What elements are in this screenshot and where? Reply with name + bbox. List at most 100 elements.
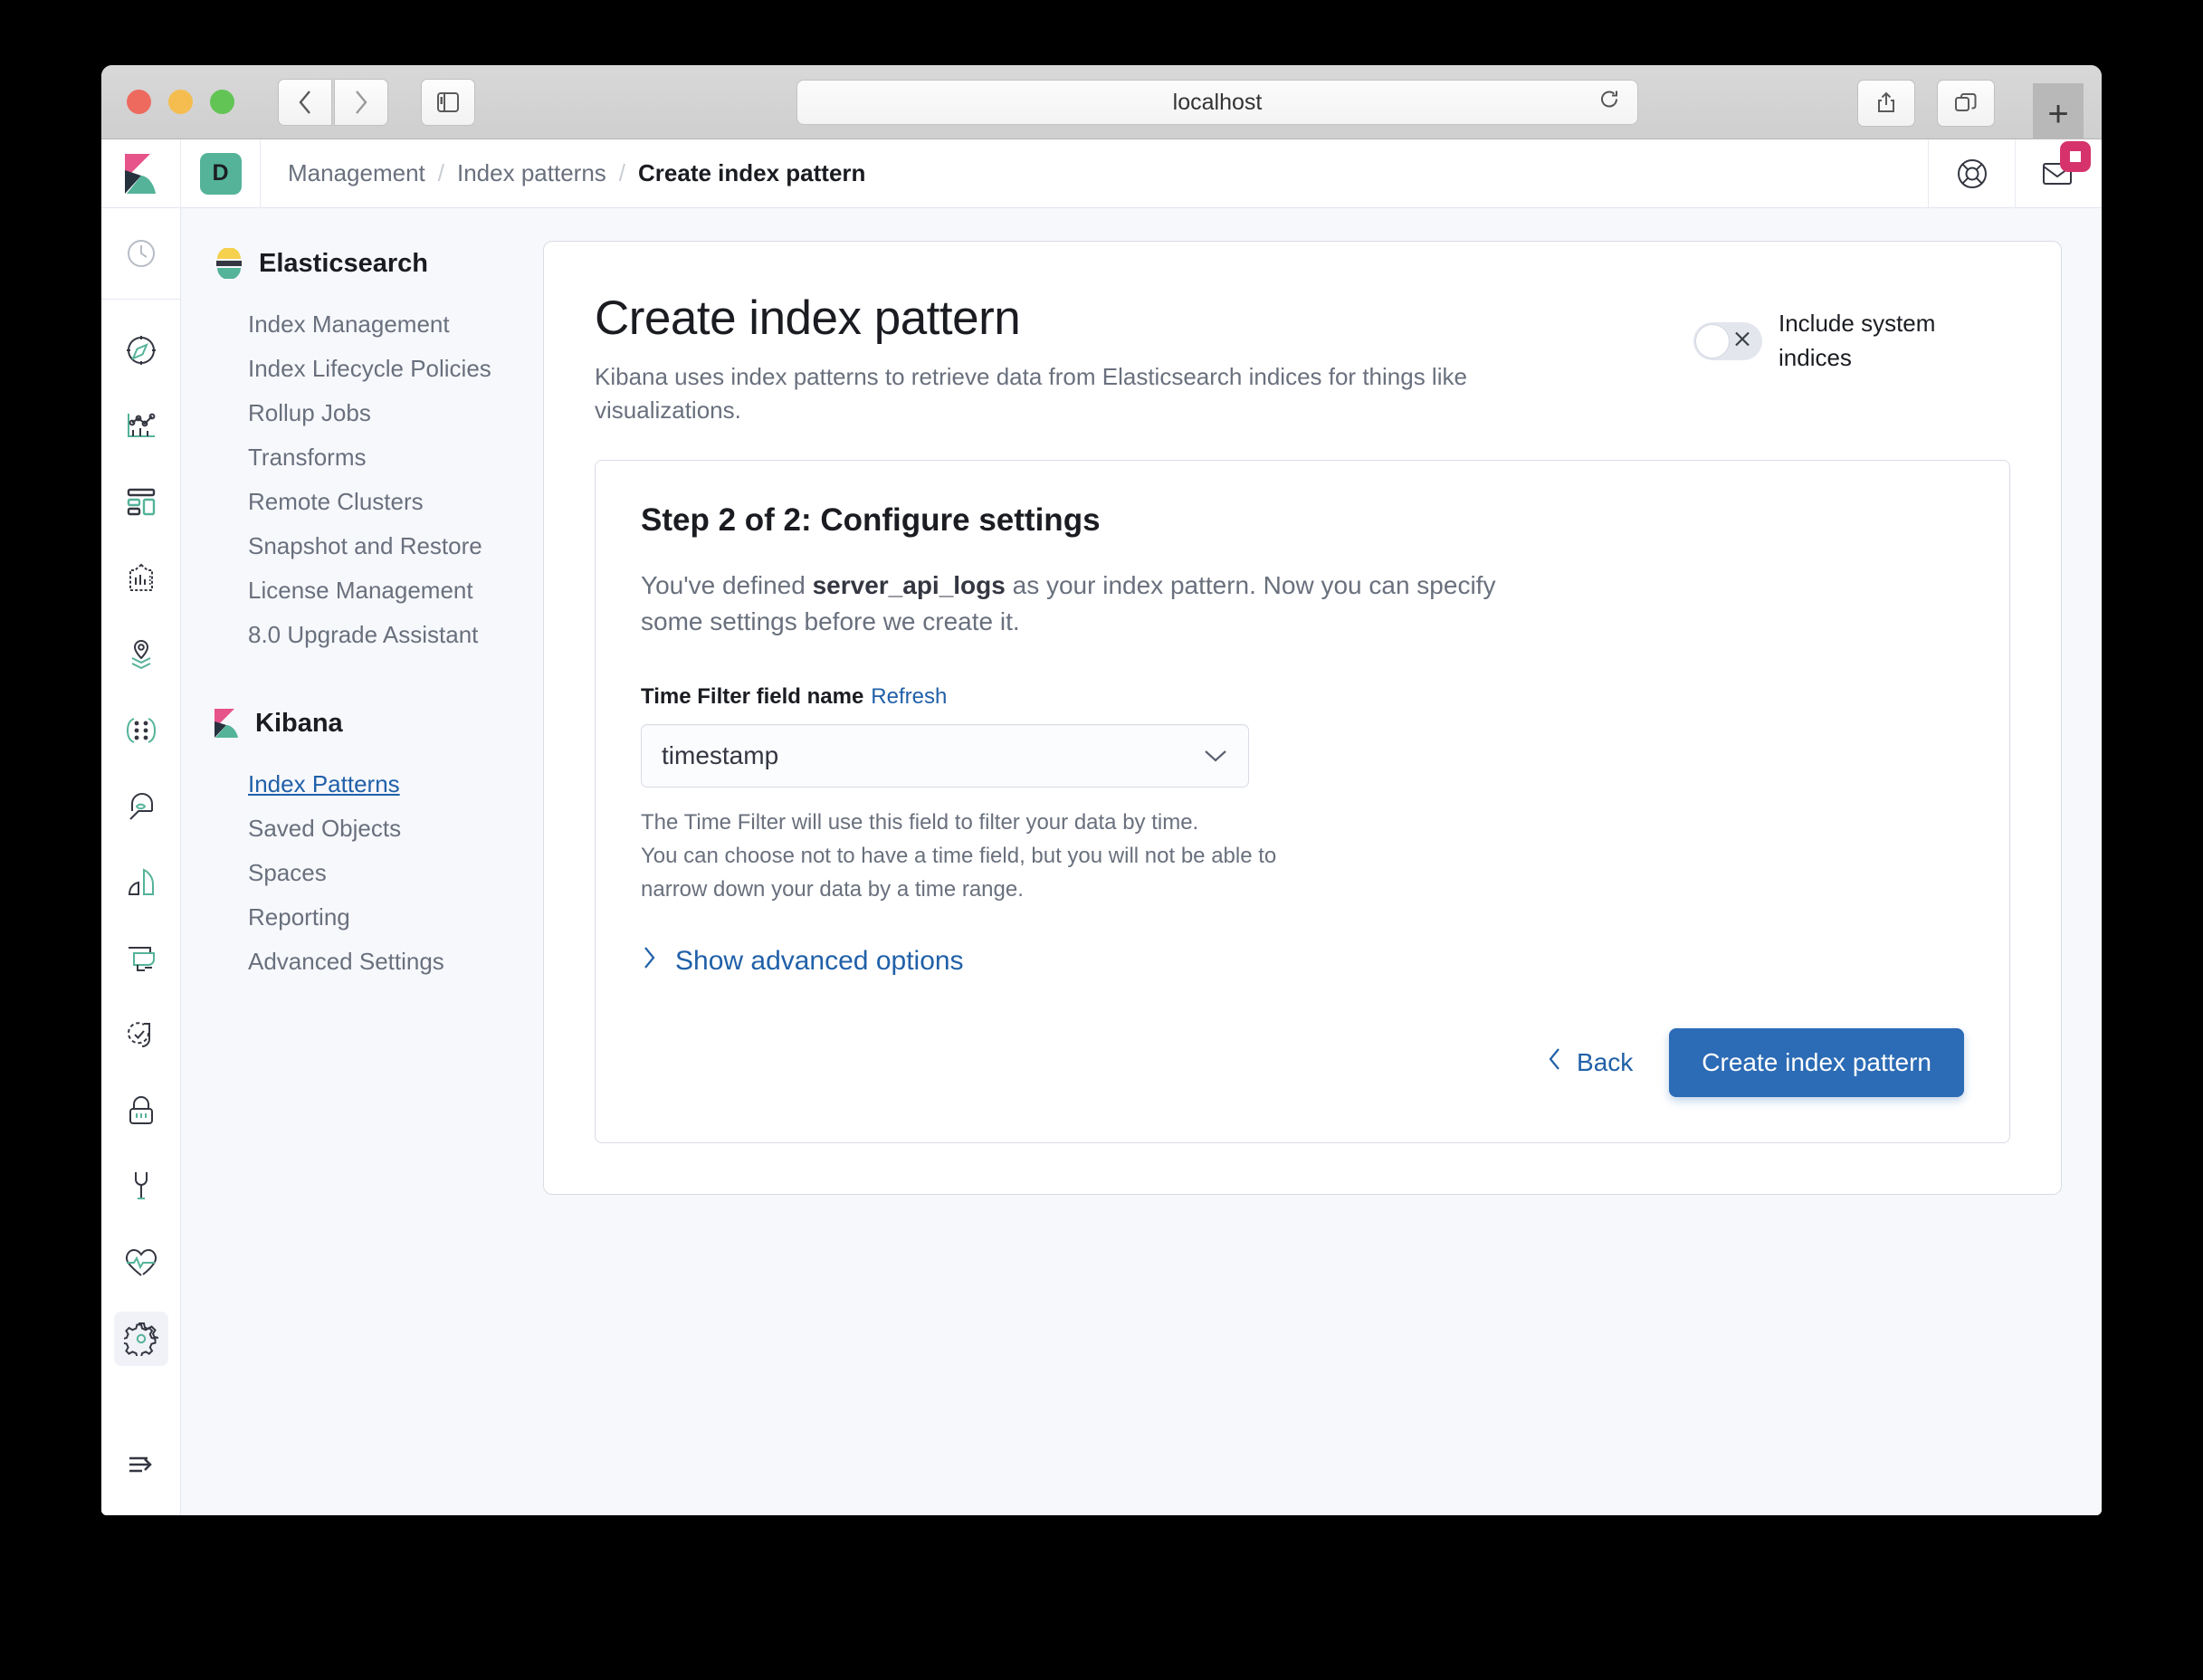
page-title: Create index pattern xyxy=(595,291,1021,345)
sidebar-item-dev-tools[interactable] xyxy=(114,1160,168,1214)
refresh-fields-link[interactable]: Refresh xyxy=(871,684,947,709)
sidebar-item-siem[interactable] xyxy=(114,1083,168,1138)
space-switcher-button[interactable]: D xyxy=(181,138,261,208)
address-bar[interactable]: localhost xyxy=(796,80,1638,125)
dashboard-icon xyxy=(127,488,155,516)
page-subtitle: Kibana uses index patterns to retrieve d… xyxy=(595,363,1467,424)
nav-link-index-management[interactable]: Index Management xyxy=(214,302,543,347)
breadcrumb-separator: / xyxy=(437,159,444,186)
sidebar-toggle-icon xyxy=(437,91,459,112)
space-initial: D xyxy=(212,160,229,186)
nav-link-spaces[interactable]: Spaces xyxy=(214,851,543,895)
index-pattern-name: server_api_logs xyxy=(812,570,1006,599)
chevron-left-icon xyxy=(1548,1047,1562,1077)
kibana-logo xyxy=(124,153,156,194)
kibana-body: Elasticsearch Index Management Index Lif… xyxy=(101,208,2102,1515)
newsfeed-button[interactable] xyxy=(2015,138,2102,208)
back-button[interactable]: Back xyxy=(1548,1047,1633,1077)
minimize-window-button[interactable] xyxy=(168,90,193,114)
time-filter-selected-value: timestamp xyxy=(662,741,779,769)
show-advanced-options-button[interactable]: Show advanced options xyxy=(641,945,1964,978)
include-system-indices-toggle[interactable] xyxy=(1693,321,1762,360)
nav-link-license-management[interactable]: License Management xyxy=(214,568,543,613)
share-icon xyxy=(1878,91,1894,112)
help-line-2: You can choose not to have a time field,… xyxy=(641,844,1277,869)
url-text: localhost xyxy=(1172,89,1263,115)
clock-icon xyxy=(127,240,155,267)
sidebar-item-visualize[interactable] xyxy=(114,399,168,453)
show-advanced-options-label: Show advanced options xyxy=(675,945,964,976)
uptime-check-icon xyxy=(127,1022,150,1047)
breadcrumb-management[interactable]: Management xyxy=(288,159,425,187)
configure-settings-card: Step 2 of 2: Configure settings You've d… xyxy=(595,459,2010,1143)
close-window-button[interactable] xyxy=(127,90,151,114)
panel-header-text: Create index pattern Kibana uses index p… xyxy=(595,291,1666,427)
share-button[interactable] xyxy=(1857,80,1915,127)
time-filter-field-select[interactable]: timestamp xyxy=(641,724,1249,788)
compass-icon xyxy=(126,336,156,365)
reload-button[interactable] xyxy=(1597,88,1621,118)
kibana-home-button[interactable] xyxy=(101,138,181,208)
sidebar-item-machine-learning[interactable] xyxy=(114,703,168,758)
nav-link-rollup-jobs[interactable]: Rollup Jobs xyxy=(214,391,543,435)
nav-link-index-patterns[interactable]: Index Patterns xyxy=(214,762,543,807)
tab-overview-button[interactable] xyxy=(1937,80,1995,127)
time-filter-label-text: Time Filter field name xyxy=(641,684,864,709)
notification-badge xyxy=(2060,140,2091,172)
sidebar-item-recently-viewed[interactable] xyxy=(114,226,168,281)
space-avatar: D xyxy=(199,152,242,195)
include-system-indices-control[interactable]: Include system indices xyxy=(1693,291,2010,375)
maximize-window-button[interactable] xyxy=(210,90,234,114)
back-button-label: Back xyxy=(1577,1047,1634,1076)
nav-link-index-lifecycle-policies[interactable]: Index Lifecycle Policies xyxy=(214,347,543,391)
chart-icon xyxy=(127,413,155,437)
step-title: Step 2 of 2: Configure settings xyxy=(641,501,1101,538)
nav-link-remote-clusters[interactable]: Remote Clusters xyxy=(214,480,543,524)
chevron-right-icon xyxy=(641,945,657,978)
machine-learning-icon xyxy=(126,718,156,743)
forward-button[interactable] xyxy=(334,78,388,126)
sidebar-item-dashboard[interactable] xyxy=(114,475,168,530)
help-button[interactable] xyxy=(1928,138,2015,208)
nav-group-label: Elasticsearch xyxy=(259,248,429,278)
nav-link-snapshot-and-restore[interactable]: Snapshot and Restore xyxy=(214,524,543,568)
nav-group-kibana: Kibana Index Patterns Saved Objects Spac… xyxy=(214,708,543,984)
nav-group-title-kibana: Kibana xyxy=(214,708,543,739)
nav-link-transforms[interactable]: Transforms xyxy=(214,435,543,480)
kibana-header: D Management / Index patterns / Create i… xyxy=(101,138,2102,208)
sidebar-item-logs[interactable] xyxy=(114,855,168,910)
nav-link-advanced-settings[interactable]: Advanced Settings xyxy=(214,940,543,984)
cross-icon xyxy=(1732,329,1752,353)
help-lifering-icon xyxy=(1957,158,1987,188)
create-index-pattern-button[interactable]: Create index pattern xyxy=(1669,1027,1964,1097)
browser-nav-buttons xyxy=(278,78,388,126)
sidebar-item-maps[interactable] xyxy=(114,627,168,682)
sidebar-item-uptime[interactable] xyxy=(114,1007,168,1062)
sidebar-item-infrastructure[interactable] xyxy=(114,779,168,834)
nav-link-saved-objects[interactable]: Saved Objects xyxy=(214,807,543,851)
nav-link-reporting[interactable]: Reporting xyxy=(214,895,543,940)
toggle-label-line2: indices xyxy=(1779,343,1852,371)
back-button[interactable] xyxy=(278,78,332,126)
step-desc-before: You've defined xyxy=(641,570,813,599)
breadcrumb-index-patterns[interactable]: Index patterns xyxy=(457,159,606,187)
sidebar-item-apm[interactable] xyxy=(114,931,168,986)
new-tab-label: + xyxy=(2047,94,2069,134)
sidebar-item-discover[interactable] xyxy=(114,323,168,377)
toggle-knob xyxy=(1695,323,1730,358)
sidebar-item-canvas[interactable] xyxy=(114,551,168,606)
chevron-left-icon xyxy=(299,90,310,114)
nav-link-upgrade-assistant[interactable]: 8.0 Upgrade Assistant xyxy=(214,613,543,657)
primary-nav-rail xyxy=(101,208,181,1515)
kibana-app: D Management / Index patterns / Create i… xyxy=(101,138,2102,1515)
breadcrumb: Management / Index patterns / Create ind… xyxy=(261,159,865,187)
gear-icon xyxy=(123,1322,158,1356)
collapse-navigation-button[interactable] xyxy=(114,1437,168,1492)
sidebar-item-monitoring[interactable] xyxy=(114,1236,168,1290)
canvas-icon xyxy=(129,563,153,591)
browser-titlebar: localhost + xyxy=(101,65,2102,139)
sidebar-toggle-button[interactable] xyxy=(421,78,475,126)
sidebar-item-management[interactable] xyxy=(113,1312,168,1366)
header-actions xyxy=(1928,138,2102,208)
new-tab-button[interactable]: + xyxy=(2033,83,2084,139)
